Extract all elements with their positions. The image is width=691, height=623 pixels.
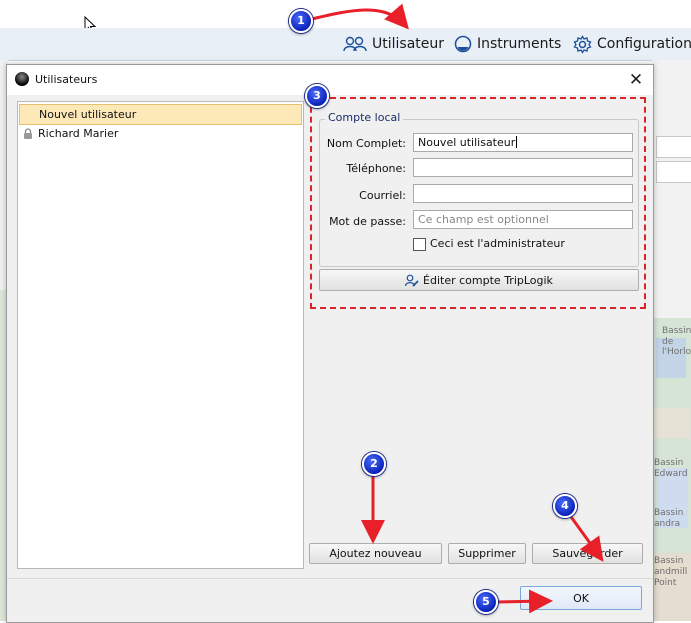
user-name: Nouvel utilisateur bbox=[39, 108, 137, 121]
callout-badge: 5 bbox=[474, 590, 498, 614]
toolbar-item-label: Instruments bbox=[477, 36, 562, 52]
highlight-frame bbox=[310, 97, 646, 309]
gear-icon bbox=[573, 34, 592, 54]
dialog-titlebar: Utilisateurs ✕ bbox=[7, 65, 653, 95]
list-item[interactable]: Richard Marier bbox=[19, 124, 302, 143]
add-new-label: Ajoutez nouveau bbox=[329, 547, 422, 560]
add-new-button[interactable]: Ajoutez nouveau bbox=[309, 543, 442, 564]
map-label: Bassin bbox=[654, 458, 684, 468]
delete-label: Supprimer bbox=[458, 547, 516, 560]
map-label: Bassin bbox=[654, 556, 684, 566]
top-area bbox=[0, 0, 691, 28]
user-name: Richard Marier bbox=[38, 127, 119, 140]
users-icon bbox=[343, 36, 367, 52]
save-label: Sauvegarder bbox=[552, 547, 623, 560]
user-list: Nouvel utilisateur Richard Marier bbox=[17, 101, 304, 569]
callout-badge: 2 bbox=[362, 452, 386, 476]
toolbar-item-configuration[interactable]: Configuration bbox=[573, 28, 691, 60]
lock-icon bbox=[24, 128, 32, 139]
ok-button[interactable]: OK bbox=[520, 586, 642, 610]
callout-badge: 4 bbox=[553, 494, 577, 518]
background-map: Bassin de l'Horlo Bassin Edward Bassin a… bbox=[652, 318, 691, 621]
map-label: de l'Horlo bbox=[662, 337, 691, 357]
map-label: Point bbox=[654, 578, 677, 588]
dialog-footer-separator bbox=[7, 578, 653, 579]
list-item[interactable]: Nouvel utilisateur bbox=[19, 104, 302, 125]
map-label: Bassin bbox=[662, 326, 691, 336]
toolbar-item-instruments[interactable]: Instruments bbox=[454, 28, 561, 60]
app-toolbar: Utilisateur Instruments Configuration bbox=[0, 28, 691, 61]
users-dialog: Utilisateurs ✕ Nouvel utilisateur Richar… bbox=[6, 64, 654, 623]
background-field bbox=[656, 161, 691, 183]
close-icon[interactable]: ✕ bbox=[625, 69, 647, 91]
map-label: Edward bbox=[654, 469, 688, 479]
instrument-icon bbox=[454, 35, 472, 53]
ok-label: OK bbox=[573, 591, 589, 605]
map-label: andra bbox=[654, 519, 681, 529]
background-field bbox=[656, 136, 691, 158]
toolbar-item-label: Configuration bbox=[597, 36, 691, 52]
map-label: andmill bbox=[654, 567, 688, 577]
callout-badge: 3 bbox=[305, 84, 329, 108]
dialog-title: Utilisateurs bbox=[35, 73, 98, 86]
map-label: Bassin bbox=[654, 508, 684, 518]
save-button[interactable]: Sauvegarder bbox=[532, 543, 643, 564]
delete-button[interactable]: Supprimer bbox=[448, 543, 526, 564]
toolbar-item-utilisateur[interactable]: Utilisateur bbox=[343, 28, 444, 60]
callout-badge: 1 bbox=[289, 9, 313, 33]
app-logo-icon bbox=[15, 72, 29, 86]
toolbar-item-label: Utilisateur bbox=[372, 36, 445, 52]
